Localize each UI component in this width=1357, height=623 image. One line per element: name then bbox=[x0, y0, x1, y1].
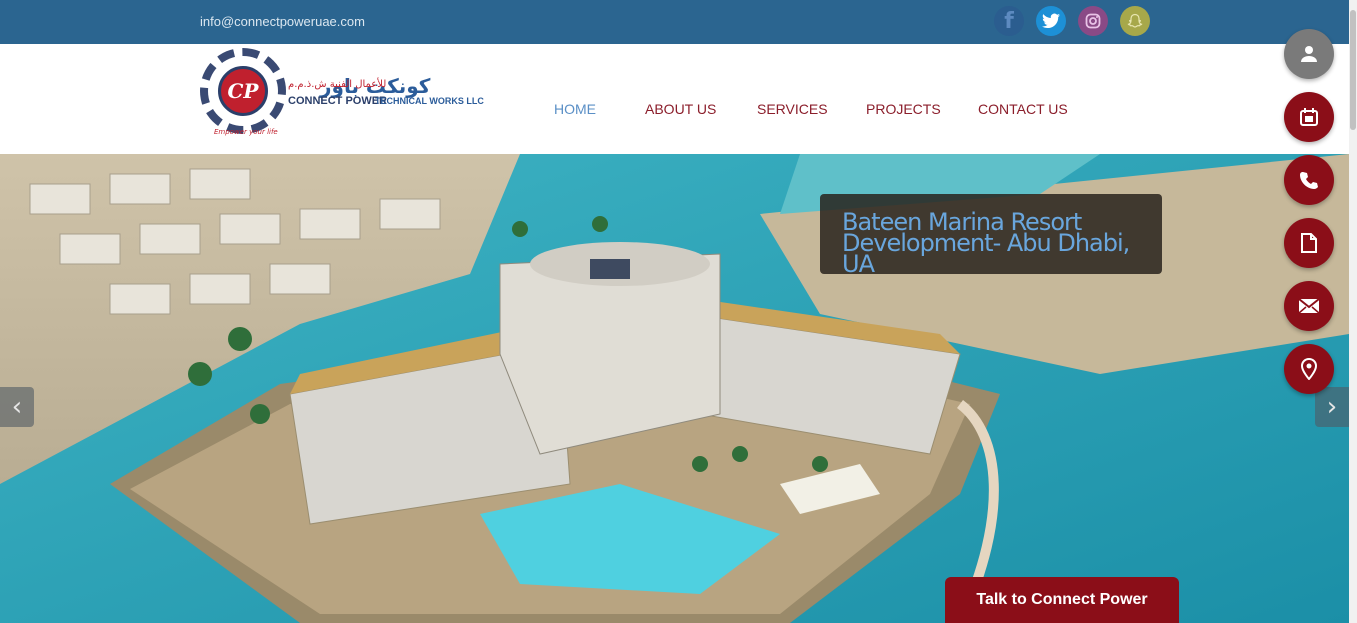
instagram-icon[interactable] bbox=[1078, 6, 1108, 36]
map-pin-icon bbox=[1301, 358, 1317, 380]
top-bar: info@connectpoweruae.com f bbox=[0, 0, 1349, 44]
slider-prev-arrow[interactable]: ‹ bbox=[0, 387, 34, 427]
logo-mark: CP bbox=[218, 66, 268, 116]
contact-email[interactable]: info@connectpoweruae.com bbox=[200, 14, 365, 29]
logo-tagline: Empower your life bbox=[214, 128, 278, 136]
location-fab[interactable] bbox=[1284, 344, 1334, 394]
logo-english-sub: TECHNICAL WORKS LLC bbox=[375, 96, 484, 106]
hero-slider[interactable]: Bateen Marina Resort Development- Abu Dh… bbox=[0, 154, 1349, 623]
talk-to-connect-power-button[interactable]: Talk to Connect Power bbox=[945, 577, 1179, 623]
logo-arabic-sub: للأعمال الفنية ش.ذ.م.م bbox=[288, 79, 387, 90]
slide-caption: Bateen Marina Resort Development- Abu Dh… bbox=[820, 194, 1162, 276]
twitter-icon[interactable] bbox=[1036, 6, 1066, 36]
nav-about-us[interactable]: ABOUT US bbox=[645, 101, 716, 117]
nav-home[interactable]: HOME bbox=[554, 101, 596, 117]
calendar-icon bbox=[1300, 108, 1318, 126]
scrollbar-thumb[interactable] bbox=[1350, 10, 1356, 130]
page-scrollbar[interactable] bbox=[1349, 0, 1357, 623]
snapchat-icon[interactable] bbox=[1120, 6, 1150, 36]
nav-projects[interactable]: PROJECTS bbox=[866, 101, 941, 117]
nav-contact-us[interactable]: CONTACT US bbox=[978, 101, 1068, 117]
user-fab[interactable] bbox=[1284, 29, 1334, 79]
facebook-icon[interactable]: f bbox=[994, 6, 1024, 36]
mail-fab[interactable] bbox=[1284, 281, 1334, 331]
document-icon bbox=[1301, 233, 1317, 253]
nav-services[interactable]: SERVICES bbox=[757, 101, 828, 117]
calendar-fab[interactable] bbox=[1284, 92, 1334, 142]
company-logo[interactable]: CP Empower your life كونكت باور للأعمال … bbox=[200, 48, 485, 140]
document-fab[interactable] bbox=[1284, 218, 1334, 268]
phone-fab[interactable] bbox=[1284, 155, 1334, 205]
slider-next-arrow[interactable]: › bbox=[1315, 387, 1349, 427]
mail-icon bbox=[1298, 298, 1320, 314]
user-icon bbox=[1301, 46, 1317, 62]
phone-icon bbox=[1300, 172, 1318, 189]
logo-english-name: CONNECT POWER bbox=[288, 95, 387, 107]
logo-gear: CP bbox=[200, 48, 286, 134]
site-header: CP Empower your life كونكت باور للأعمال … bbox=[0, 44, 1349, 154]
